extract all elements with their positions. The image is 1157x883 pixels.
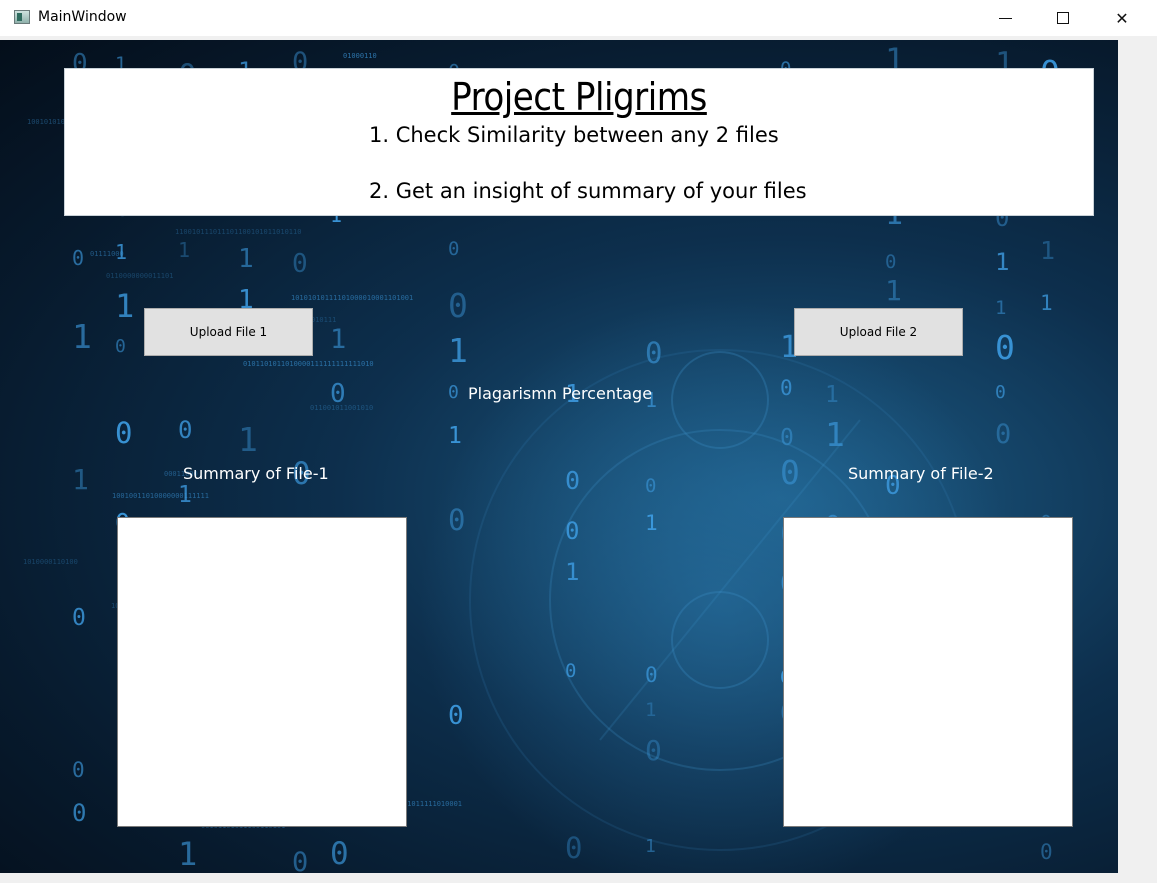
svg-text:0: 0 [448, 503, 465, 537]
svg-text:1: 1 [115, 287, 134, 325]
plagiarism-percentage-label: Plagarismn Percentage [468, 384, 653, 403]
feature-line-1: 1. Check Similarity between any 2 files [369, 123, 779, 147]
svg-text:01111000: 01111000 [90, 250, 124, 258]
svg-text:1: 1 [825, 415, 845, 454]
maximize-icon [1057, 12, 1069, 24]
svg-text:10010011010000000111111: 10010011010000000111111 [112, 492, 209, 500]
svg-text:1: 1 [1040, 291, 1053, 315]
svg-text:110010111011101100101011010110: 110010111011101100101011010110 [175, 228, 301, 236]
page-title: Project Pligrims [451, 75, 707, 119]
title-bar: MainWindow ✕ [0, 0, 1157, 36]
svg-text:0: 0 [448, 286, 468, 325]
window-title: MainWindow [38, 9, 127, 25]
svg-text:0: 0 [448, 382, 459, 403]
svg-text:0: 0 [645, 734, 662, 767]
svg-text:0: 0 [72, 246, 84, 270]
upload-file-2-button[interactable]: Upload File 2 [794, 308, 963, 356]
svg-text:1: 1 [645, 699, 656, 721]
svg-text:0: 0 [645, 475, 656, 497]
svg-text:1: 1 [448, 331, 468, 370]
svg-text:0: 0 [565, 831, 582, 865]
close-icon: ✕ [1115, 8, 1129, 28]
svg-text:0: 0 [780, 376, 793, 400]
svg-text:1: 1 [1040, 236, 1055, 265]
svg-text:0: 0 [995, 382, 1006, 403]
svg-text:1: 1 [178, 238, 190, 262]
svg-text:1: 1 [238, 244, 254, 274]
svg-text:1: 1 [825, 382, 839, 408]
svg-text:0: 0 [995, 419, 1011, 450]
svg-text:10101010111101000010001101001: 10101010111101000010001101001 [291, 294, 413, 302]
svg-text:1: 1 [238, 420, 258, 459]
svg-text:0: 0 [178, 416, 192, 444]
svg-text:0: 0 [645, 336, 662, 370]
maximize-button[interactable] [1034, 0, 1092, 36]
summary-file-1-textbox[interactable] [117, 517, 407, 827]
svg-text:1: 1 [448, 423, 462, 449]
svg-text:1: 1 [995, 297, 1006, 319]
window-frame-bottom [0, 873, 1118, 883]
svg-text:011001011001010: 011001011001010 [310, 404, 373, 412]
svg-text:1: 1 [645, 511, 658, 535]
app-icon [14, 10, 30, 24]
svg-text:01000110: 01000110 [343, 52, 377, 60]
summary-file-2-label: Summary of File-2 [848, 464, 994, 483]
upload-file-1-button[interactable]: Upload File 1 [144, 308, 313, 356]
svg-text:1: 1 [885, 274, 902, 307]
close-button[interactable]: ✕ [1092, 0, 1152, 36]
svg-text:0: 0 [72, 605, 86, 631]
svg-text:1: 1 [995, 248, 1009, 276]
svg-text:1: 1 [565, 558, 579, 586]
minimize-icon [998, 17, 1012, 19]
svg-text:0: 0 [565, 466, 580, 495]
svg-text:0: 0 [995, 328, 1015, 367]
svg-text:0: 0 [72, 758, 85, 782]
summary-file-1-label: Summary of File-1 [183, 464, 329, 483]
svg-text:010110101101000011111111111101: 0101101011010000111111111111010 [243, 360, 374, 368]
svg-text:0110000000011101: 0110000000011101 [106, 272, 173, 280]
feature-line-2: 2. Get an insight of summary of your fil… [369, 179, 807, 203]
svg-text:0: 0 [780, 425, 794, 451]
window-frame-right [1118, 36, 1157, 883]
svg-text:1: 1 [330, 324, 346, 355]
svg-text:1: 1 [72, 317, 92, 356]
svg-text:0: 0 [645, 663, 658, 687]
summary-file-2-textbox[interactable] [783, 517, 1073, 827]
svg-text:1010000110100: 1010000110100 [23, 558, 78, 566]
svg-text:0: 0 [565, 517, 579, 545]
svg-text:1: 1 [645, 836, 656, 857]
svg-text:0: 0 [72, 799, 86, 827]
svg-text:0: 0 [330, 836, 349, 872]
svg-text:0: 0 [448, 238, 459, 260]
svg-text:0: 0 [292, 249, 308, 279]
svg-text:1: 1 [72, 463, 89, 496]
svg-text:0: 0 [1040, 840, 1053, 864]
svg-text:0: 0 [885, 251, 896, 273]
svg-text:0: 0 [448, 701, 464, 731]
svg-text:1: 1 [178, 835, 197, 873]
svg-text:0: 0 [780, 453, 800, 492]
minimize-button[interactable] [976, 0, 1034, 36]
svg-text:0: 0 [115, 336, 126, 357]
header-panel: Project Pligrims 1. Check Similarity bet… [64, 68, 1094, 216]
svg-text:0: 0 [565, 660, 576, 682]
svg-text:0: 0 [292, 847, 308, 873]
svg-text:0: 0 [115, 416, 132, 450]
